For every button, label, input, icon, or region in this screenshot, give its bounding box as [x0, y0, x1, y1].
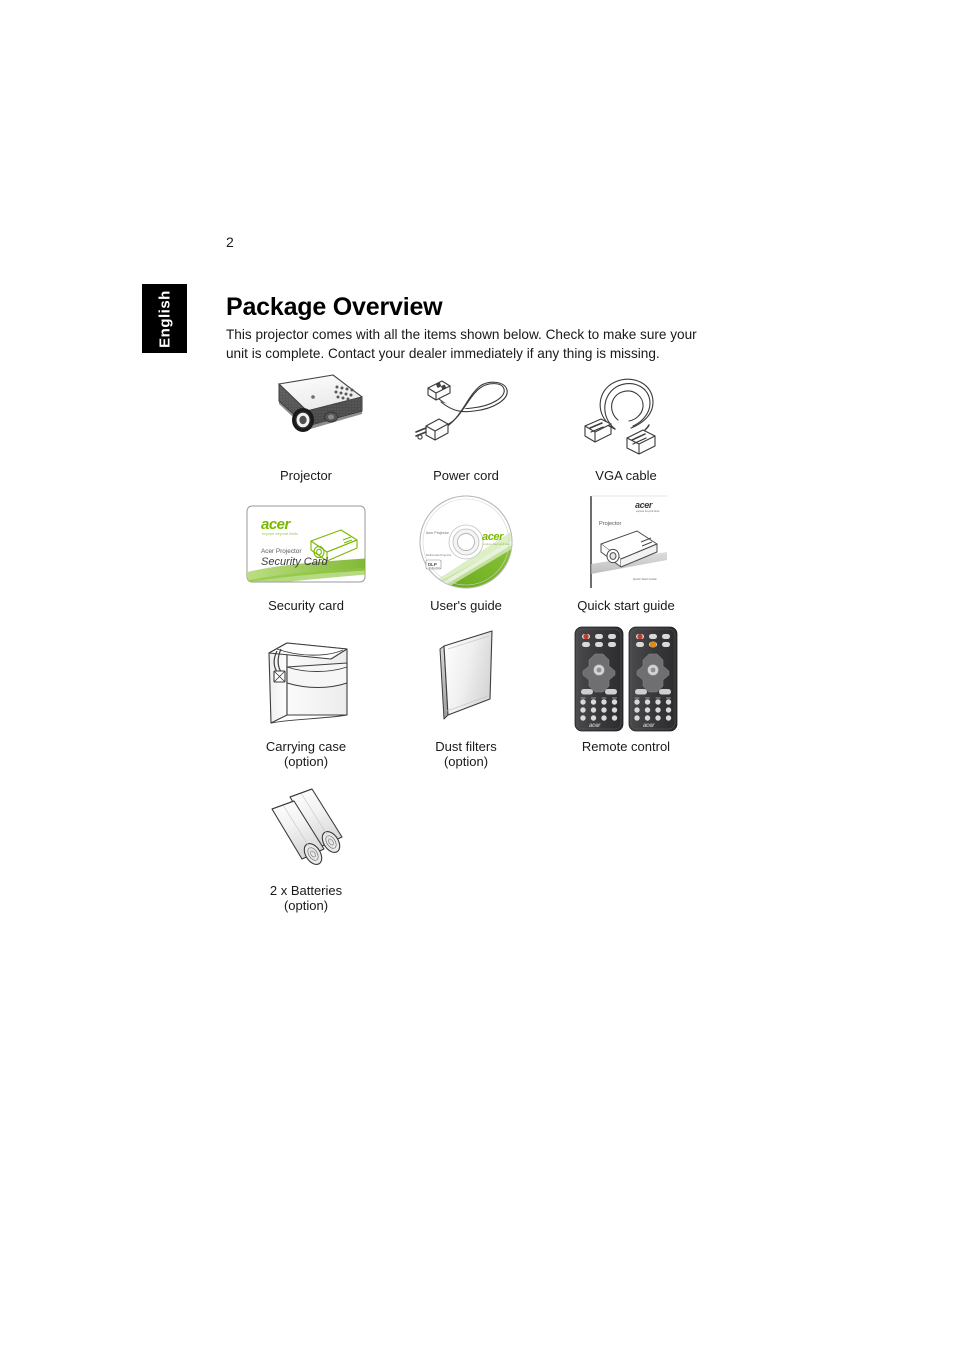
- item-label: Projector: [279, 468, 333, 483]
- item-caption: Remote control: [582, 739, 670, 754]
- security-card-illustration: acer explore beyond limits Acer Projecto…: [239, 492, 373, 592]
- svg-text:TEXAS INST.: TEXAS INST.: [428, 567, 442, 570]
- booklet-product: Projector: [599, 521, 622, 527]
- item-remote-control: acer acer Remote control: [546, 623, 706, 769]
- items-row: Projector Power cord VGA cable: [226, 366, 706, 483]
- remote-control-illustration: acer acer: [573, 623, 679, 733]
- package-items-grid: Projector Power cord VGA cable acer expl…: [226, 366, 706, 913]
- item-caption: 2 x Batteries (option): [270, 883, 342, 913]
- items-row: Carrying case (option) Dust filters (opt…: [226, 623, 706, 769]
- booklet-illustration: acer explore beyond limits Projector Qui…: [573, 492, 679, 592]
- item-projector: Projector: [226, 366, 386, 483]
- item-caption: User's guide: [430, 598, 502, 613]
- item-label: Security card: [268, 598, 344, 613]
- item-caption: VGA cable: [595, 468, 656, 483]
- remote-right: acer: [628, 626, 678, 732]
- item-label: Power cord: [433, 468, 499, 483]
- power-cord-illustration: [406, 366, 526, 462]
- item-caption: Quick start guide: [577, 598, 675, 613]
- security-card-line2: Security Card: [261, 556, 329, 568]
- item-label: Remote control: [581, 739, 671, 754]
- cd-disc-illustration: acer explore beyond limits Acer Projecto…: [412, 492, 520, 592]
- item-vga-cable: VGA cable: [546, 366, 706, 483]
- item-label: 2 x Batteries: [269, 883, 343, 898]
- language-tab-label: English: [156, 289, 173, 348]
- vga-cable-illustration: [571, 366, 681, 462]
- item-label: Carrying case: [265, 739, 347, 754]
- booklet-tagline: explore beyond limits: [636, 510, 660, 513]
- carrying-case-illustration: [247, 623, 365, 733]
- item-users-guide: acer explore beyond limits Acer Projecto…: [386, 492, 546, 613]
- items-row: acer explore beyond limits Acer Projecto…: [226, 492, 706, 613]
- item-caption: Projector: [280, 468, 332, 483]
- item-label: Dust filters: [435, 739, 497, 754]
- empty-cell: [386, 777, 546, 913]
- item-dust-filters: Dust filters (option): [386, 623, 546, 769]
- security-card-line1: Acer Projector: [261, 548, 302, 555]
- svg-text:DLP: DLP: [428, 562, 437, 567]
- item-label: Quick start guide: [577, 598, 675, 613]
- intro-paragraph: This projector comes with all the items …: [226, 326, 697, 361]
- remote-brand: acer: [643, 723, 655, 729]
- item-quick-start-guide: acer explore beyond limits Projector Qui…: [546, 492, 706, 613]
- cd-tagline: explore beyond limits: [483, 542, 510, 546]
- document-page: 2 English Package Overview This projecto…: [0, 0, 954, 1350]
- item-caption: Dust filters (option): [435, 739, 496, 769]
- items-row: 2 x Batteries (option): [226, 777, 706, 913]
- item-sublabel: (option): [283, 754, 329, 769]
- booklet-brand: acer: [635, 500, 653, 510]
- item-caption: Security card: [268, 598, 344, 613]
- item-sublabel: (option): [443, 754, 489, 769]
- booklet-footer: Quick Start Guide: [633, 577, 657, 581]
- remote-left: acer: [574, 626, 624, 732]
- dust-filter-illustration: [418, 623, 514, 733]
- cd-side-text: Acer Projector: [426, 531, 450, 535]
- item-caption: Carrying case (option): [266, 739, 346, 769]
- security-card-tagline: explore beyond limits: [262, 532, 298, 536]
- language-tab: English: [142, 284, 187, 353]
- item-power-cord: Power cord: [386, 366, 546, 483]
- page-title: Package Overview: [226, 292, 443, 321]
- page-number: 2: [226, 234, 234, 250]
- remote-brand: acer: [589, 723, 601, 729]
- item-label: User's guide: [430, 598, 502, 613]
- cd-small-text: Multimedia Projector: [426, 553, 452, 557]
- dlp-badge: DLP TEXAS INST.: [425, 559, 442, 570]
- item-carrying-case: Carrying case (option): [226, 623, 386, 769]
- item-security-card: acer explore beyond limits Acer Projecto…: [226, 492, 386, 613]
- security-card-brand: acer: [261, 516, 292, 533]
- empty-cell: [546, 777, 706, 913]
- projector-illustration: [241, 366, 371, 462]
- item-label: VGA cable: [595, 468, 657, 483]
- item-sublabel: (option): [283, 898, 329, 913]
- batteries-illustration: [246, 777, 366, 877]
- item-caption: Power cord: [433, 468, 499, 483]
- item-batteries: 2 x Batteries (option): [226, 777, 386, 913]
